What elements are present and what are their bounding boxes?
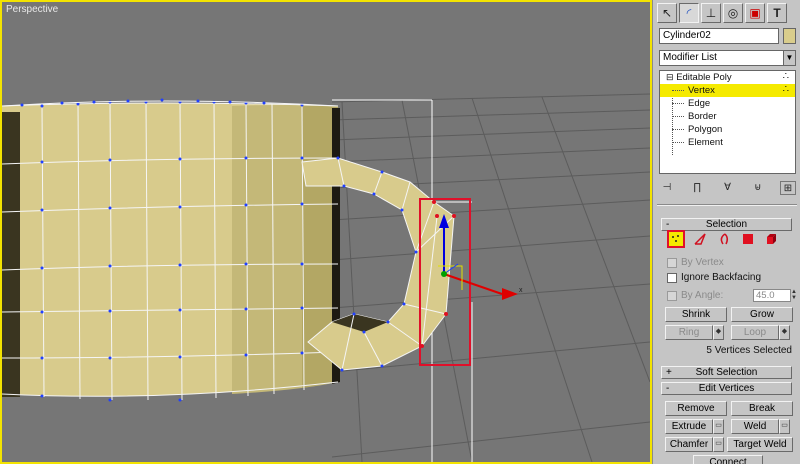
checkbox-box — [667, 257, 677, 268]
border-mode-icon[interactable] — [715, 230, 733, 248]
loop-spinner-icon[interactable]: ◆ — [779, 325, 790, 340]
perspective-viewport[interactable]: Perspective x — [0, 0, 652, 464]
hierarchy-tab[interactable]: ⊥ — [701, 3, 721, 23]
chamfer-settings-icon[interactable]: ▭ — [713, 437, 724, 452]
stack-item-label: Editable Poly — [676, 72, 732, 83]
shrink-button[interactable]: Shrink — [665, 307, 727, 322]
object-color-swatch[interactable] — [783, 28, 796, 44]
hammer-icon: T — [773, 6, 781, 20]
stack-item-vertex[interactable]: Vertex ∴ — [660, 84, 795, 97]
object-name-field[interactable]: Cylinder02 — [659, 28, 779, 44]
edge-mode-icon[interactable] — [691, 230, 709, 248]
ring-button[interactable]: Ring — [665, 325, 713, 340]
stack-item-edge[interactable]: Edge — [660, 97, 795, 110]
max-ui: Perspective x ↖ ◜ ⊥ ◎ ▣ T Cylinder02 Mod… — [0, 0, 800, 464]
divider — [657, 204, 797, 206]
mug-body[interactable] — [2, 98, 340, 402]
modifier-stack[interactable]: ⊟ Editable Poly ∴ Vertex ∴ Edge Border P… — [659, 70, 796, 174]
target-weld-button[interactable]: Target Weld — [727, 437, 793, 452]
modifier-list-label: Modifier List — [663, 52, 717, 63]
stack-item-label: Polygon — [688, 124, 723, 135]
stack-item-polygon[interactable]: Polygon — [660, 123, 795, 136]
remove-button[interactable]: Remove — [665, 401, 727, 416]
rollout-title: Selection — [705, 219, 748, 230]
display-tab[interactable]: ▣ — [745, 3, 765, 23]
break-button[interactable]: Break — [731, 401, 793, 416]
by-vertex-checkbox[interactable]: By Vertex — [667, 257, 724, 268]
ignore-backfacing-checkbox[interactable]: Ignore Backfacing — [667, 272, 761, 283]
checkbox-box — [667, 272, 677, 283]
border-loop-icon — [720, 233, 729, 245]
modifier-list-dropdown[interactable]: Modifier List ▼ — [659, 50, 796, 66]
vertex-dots-icon: ∴ — [782, 84, 789, 95]
element-mode-icon[interactable] — [763, 230, 781, 248]
monitor-icon: ▣ — [749, 6, 761, 20]
utilities-tab[interactable]: T — [767, 3, 787, 23]
stack-item-label: Border — [688, 111, 717, 122]
make-unique-icon[interactable]: ∀ — [720, 181, 736, 195]
collapse-sign: - — [666, 383, 670, 394]
angle-spinner-field[interactable]: 45.0 — [753, 289, 791, 302]
checkbox-label: By Vertex — [681, 257, 724, 268]
show-end-result-icon[interactable]: ∏ — [689, 181, 705, 195]
connect-button[interactable]: Connect — [693, 455, 763, 464]
stack-item-label: Vertex — [688, 85, 715, 96]
subobject-icons — [667, 230, 781, 248]
extrude-settings-icon[interactable]: ▭ — [713, 419, 724, 434]
bend-curve-icon: ◜ — [686, 6, 692, 20]
edit-vertices-rollout-header[interactable]: - Edit Vertices — [661, 382, 792, 395]
polygon-square-icon — [743, 234, 753, 244]
grow-button[interactable]: Grow — [731, 307, 793, 322]
triangle-edge-icon — [694, 233, 706, 245]
hierarchy-icon: ⊥ — [705, 6, 717, 20]
chamfer-button[interactable]: Chamfer — [665, 437, 713, 452]
create-tab[interactable]: ↖ — [657, 3, 677, 23]
extrude-button[interactable]: Extrude — [665, 419, 713, 434]
spinner-arrows-icon[interactable]: ▲ ▼ — [791, 289, 797, 302]
stack-item-label: Edge — [688, 98, 711, 109]
motion-circle-icon: ◎ — [727, 6, 739, 20]
weld-settings-icon[interactable]: ▭ — [779, 419, 790, 434]
remove-modifier-icon[interactable]: ⊌ — [750, 181, 766, 195]
checkbox-label: Ignore Backfacing — [681, 272, 762, 283]
collapse-sign: - — [666, 219, 670, 230]
motion-tab[interactable]: ◎ — [723, 3, 743, 23]
modify-tab[interactable]: ◜ — [679, 3, 699, 23]
vertex-mode-icon[interactable] — [667, 230, 685, 248]
loop-button[interactable]: Loop — [731, 325, 779, 340]
polygon-mode-icon[interactable] — [739, 230, 757, 248]
ring-spinner-icon[interactable]: ◆ — [713, 325, 724, 340]
stack-item-editable-poly[interactable]: ⊟ Editable Poly ∴ — [660, 71, 795, 84]
viewport-label[interactable]: Perspective — [6, 4, 58, 15]
arrow-cursor-icon: ↖ — [661, 6, 673, 20]
chevron-down-icon: ▼ — [783, 51, 795, 65]
checkbox-box — [667, 290, 677, 301]
soft-selection-rollout-header[interactable]: + Soft Selection — [661, 366, 792, 379]
by-angle-checkbox[interactable]: By Angle: — [667, 290, 723, 301]
rollout-title: Soft Selection — [695, 367, 758, 378]
stack-toolbar: ⊣ ∏ ∀ ⊌ ⊞ — [659, 180, 796, 196]
pin-stack-icon[interactable]: ⊣ — [659, 181, 675, 195]
svg-text:x: x — [519, 287, 523, 294]
vertex-dots-icon — [672, 235, 679, 242]
stack-item-element[interactable]: Element — [660, 136, 795, 149]
expand-sign: + — [666, 367, 672, 378]
weld-button[interactable]: Weld — [731, 419, 779, 434]
stack-item-border[interactable]: Border — [660, 110, 795, 123]
scene-canvas[interactable]: x — [2, 2, 650, 462]
bounding-box — [332, 99, 473, 462]
checkbox-label: By Angle: — [681, 290, 724, 301]
panel-tabs: ↖ ◜ ⊥ ◎ ▣ T — [657, 3, 787, 25]
grid-lines — [331, 93, 650, 462]
selection-status: 5 Vertices Selected — [706, 345, 792, 356]
expand-minus-icon: ⊟ — [666, 72, 674, 82]
vertex-dots-icon: ∴ — [782, 71, 789, 82]
element-cube-icon — [767, 234, 776, 244]
configure-modifier-sets-icon[interactable]: ⊞ — [780, 181, 796, 195]
rollout-title: Edit Vertices — [698, 383, 755, 394]
command-panel: ↖ ◜ ⊥ ◎ ▣ T Cylinder02 Modifier List ▼ ⊟… — [652, 0, 800, 464]
stack-item-label: Element — [688, 137, 723, 148]
